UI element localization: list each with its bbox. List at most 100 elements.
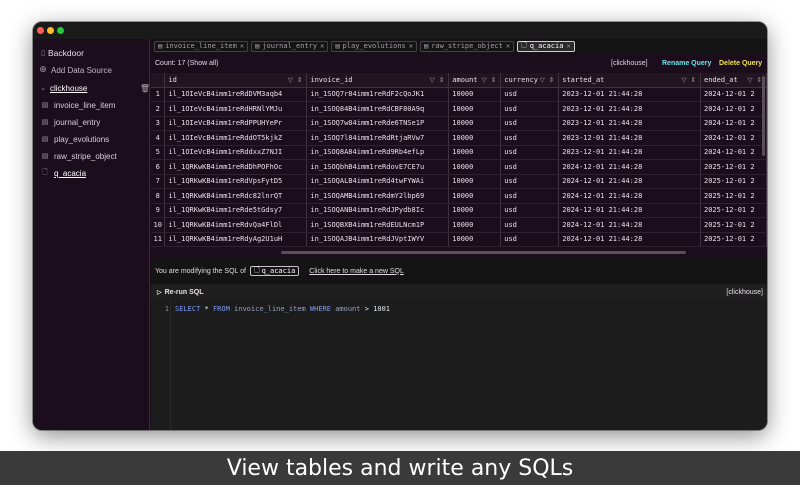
table-row[interactable]: 10 il_1QRKwKB4imm1reRdvQa4FlDl in_1SOQBXB4…	[151, 217, 767, 233]
table-cell[interactable]: 2023-12-01 21:44:28	[558, 130, 701, 146]
tab-raw-stripe-object[interactable]: ▤ raw_stripe_object ✕	[419, 40, 515, 52]
table-cell[interactable]: 2024-12-01 21:44:28	[558, 188, 701, 204]
table-cell[interactable]: 10000	[448, 188, 502, 204]
table-cell[interactable]: in_1SOQANB4imm1reRdJPydb8Ic	[306, 203, 450, 218]
tab-play-evolutions[interactable]: ▤ play_evolutions ✕	[331, 40, 417, 52]
table-cell[interactable]: in_1SOQBXB4imm1reRdEULNcm1P	[306, 217, 450, 233]
table-cell[interactable]: in_1SOQAJB4imm1reRdJVptIWYV	[306, 232, 450, 247]
table-cell[interactable]: usd	[500, 203, 560, 218]
vertical-scrollbar[interactable]	[762, 76, 765, 156]
table-cell[interactable]: 2025-12-01 2	[700, 159, 767, 175]
filter-sort-icon[interactable]: ▽ ⇕	[288, 76, 304, 84]
table-cell[interactable]: 2024-12-01 21:44:28	[558, 232, 701, 247]
table-cell[interactable]: usd	[500, 188, 560, 204]
table-cell[interactable]: 2024-12-01 21:44:28	[558, 174, 701, 189]
table-cell[interactable]: in_1SOQ7l84imm1reRdRtjaRVw7	[306, 130, 450, 146]
table-cell[interactable]: 10000	[448, 174, 502, 189]
table-cell[interactable]: 10000	[448, 203, 502, 218]
table-cell[interactable]: usd	[500, 145, 560, 160]
chevron-down-icon[interactable]: ⌄	[38, 84, 48, 92]
minimize-window-button[interactable]	[47, 27, 54, 34]
sidebar-item-q-acacia[interactable]: 🗋 q_acacia	[40, 165, 157, 181]
table-cell[interactable]: 2024-12-01 2	[700, 130, 767, 146]
table-cell[interactable]: in_1SOQ84B4imm1reRdCBF80A9q	[306, 101, 450, 117]
sidebar-item-invoice-line-item[interactable]: ▤ invoice_line_item	[40, 97, 157, 113]
table-cell[interactable]: in_1SOQ7r84imm1reRdF2cQoJK1	[306, 87, 450, 102]
table-cell[interactable]: il_1QRKwKB4imm1reRdc82lnrQT	[164, 188, 308, 204]
column-header-started-at[interactable]: started_at ▽ ⇕	[558, 73, 701, 88]
table-cell[interactable]: 2025-12-01 2	[700, 217, 767, 233]
table-cell[interactable]: il_1QRKwKB4imm1reRdVpsFytD5	[164, 174, 308, 189]
table-cell[interactable]: 10000	[448, 159, 502, 175]
column-header-invoice-id[interactable]: invoice_id ▽ ⇕	[306, 73, 450, 88]
tab-invoice-line-item[interactable]: ▤ invoice_line_item ✕	[154, 40, 249, 52]
table-cell[interactable]: 2024-12-01 21:44:28	[558, 159, 701, 175]
column-header-currency[interactable]: currency ▽ ⇕	[500, 73, 560, 88]
table-cell[interactable]: il_1QRKwKB4imm1reRde5tGdsy7	[164, 203, 308, 218]
table-cell[interactable]: in_1SOQbhB4imm1reRdovE7CE7u	[306, 159, 450, 175]
close-icon[interactable]: ✕	[320, 42, 324, 50]
table-cell[interactable]: il_1QRKwKB4imm1reRdvQa4FlDl	[164, 217, 308, 233]
sql-editor[interactable]: 1 SELECT * FROM invoice_line_item WHERE …	[151, 300, 767, 430]
trash-icon[interactable]: 🗑	[140, 84, 150, 93]
table-cell[interactable]: il_1OIeVcB4imm1reRddxxZ7NJI	[164, 145, 308, 160]
table-cell[interactable]: il_1OIeVcB4imm1reRdPPUHYePr	[164, 116, 308, 131]
table-cell[interactable]: 10000	[448, 87, 502, 102]
close-icon[interactable]: ✕	[506, 42, 510, 50]
table-cell[interactable]: 10000	[448, 101, 502, 117]
table-row[interactable]: 2 il_1OIeVcB4imm1reRdHRNlYMJu in_1SOQ84B4i…	[151, 101, 767, 117]
table-row[interactable]: 11 il_1QRKwKB4imm1reRdyAg2U1uH in_1SOQAJB4…	[151, 232, 767, 247]
table-cell[interactable]: 10000	[448, 232, 502, 247]
table-cell[interactable]: in_1SOQAMB4imm1reRdmY2lbp69	[306, 188, 450, 204]
sidebar-item-raw-stripe-object[interactable]: ▤ raw_stripe_object	[40, 148, 157, 164]
horizontal-scrollbar[interactable]	[281, 251, 686, 254]
table-cell[interactable]: 2024-12-01 2	[700, 87, 767, 102]
table-cell[interactable]: 2025-12-01 2	[700, 232, 767, 247]
tab-journal-entry[interactable]: ▤ journal_entry ✕	[251, 40, 329, 52]
table-cell[interactable]: in_1SOQ8A84imm1reRd9Rb4efLp	[306, 145, 450, 160]
sidebar-item-play-evolutions[interactable]: ▤ play_evolutions	[40, 131, 157, 147]
table-row[interactable]: 4 il_1OIeVcB4imm1reRddOT5kjkZ in_1SOQ7l84i…	[151, 130, 767, 146]
table-cell[interactable]: 10000	[448, 217, 502, 233]
table-cell[interactable]: usd	[500, 87, 560, 102]
sidebar-item-journal-entry[interactable]: ▤ journal_entry	[40, 114, 157, 130]
rerun-sql-button[interactable]: ▷ Re-run SQL	[157, 289, 204, 296]
table-cell[interactable]: 2024-12-01 2	[700, 101, 767, 117]
table-cell[interactable]: usd	[500, 174, 560, 189]
database-clickhouse[interactable]: ⌄ clickhouse 🗑	[38, 80, 155, 96]
table-cell[interactable]: il_1OIeVcB4imm1reRdHRNlYMJu	[164, 101, 308, 117]
table-cell[interactable]: il_1QRKwKB4imm1reRdDhPOFhOc	[164, 159, 308, 175]
table-row[interactable]: 6 il_1QRKwKB4imm1reRdDhPOFhOc in_1SOQbhB4i…	[151, 159, 767, 175]
table-cell[interactable]: 2025-12-01 2	[700, 188, 767, 204]
new-sql-link[interactable]: Click here to make a new SQL	[309, 268, 404, 275]
table-row[interactable]: 8 il_1QRKwKB4imm1reRdc82lnrQT in_1SOQAMB4i…	[151, 188, 767, 204]
table-cell[interactable]: usd	[500, 159, 560, 175]
close-window-button[interactable]	[37, 27, 44, 34]
table-cell[interactable]: il_1OIeVcB4imm1reRdDVM3aqb4	[164, 87, 308, 102]
filter-sort-icon[interactable]: ▽ ⇕	[681, 76, 697, 84]
table-row[interactable]: 5 il_1OIeVcB4imm1reRddxxZ7NJI in_1SOQ8A84i…	[151, 145, 767, 160]
rename-query-button[interactable]: Rename Query	[662, 60, 711, 67]
table-cell[interactable]: 2023-12-01 21:44:28	[558, 145, 701, 160]
close-icon[interactable]: ✕	[240, 42, 244, 50]
table-cell[interactable]: 2024-12-01 21:44:28	[558, 203, 701, 218]
table-row[interactable]: 9 il_1QRKwKB4imm1reRde5tGdsy7 in_1SOQANB4i…	[151, 203, 767, 218]
tab-q-acacia[interactable]: 🗋 q_acacia ✕	[517, 40, 575, 52]
filter-sort-icon[interactable]: ▽ ⇕	[482, 76, 498, 84]
close-icon[interactable]: ✕	[566, 42, 570, 50]
delete-query-button[interactable]: Delete Query	[719, 60, 762, 67]
table-cell[interactable]: 10000	[448, 145, 502, 160]
column-header-id[interactable]: id ▽ ⇕	[164, 73, 308, 88]
zoom-window-button[interactable]	[57, 27, 64, 34]
table-cell[interactable]: il_1OIeVcB4imm1reRddOT5kjkZ	[164, 130, 308, 146]
table-cell[interactable]: usd	[500, 101, 560, 117]
table-row[interactable]: 7 il_1QRKwKB4imm1reRdVpsFytD5 in_1SOQALB4i…	[151, 174, 767, 189]
query-chip[interactable]: 🗋 q_acacia	[249, 266, 300, 276]
table-cell[interactable]: 2025-12-01 2	[700, 203, 767, 218]
table-cell[interactable]: 2025-12-01 2	[700, 174, 767, 189]
table-cell[interactable]: 10000	[448, 116, 502, 131]
table-cell[interactable]: usd	[500, 232, 560, 247]
column-header-ended-at[interactable]: ended_at ▽ ⇕	[700, 73, 767, 88]
filter-sort-icon[interactable]: ▽ ⇕	[540, 76, 556, 84]
sql-code-line[interactable]: SELECT * FROM invoice_line_item WHERE am…	[175, 305, 390, 313]
